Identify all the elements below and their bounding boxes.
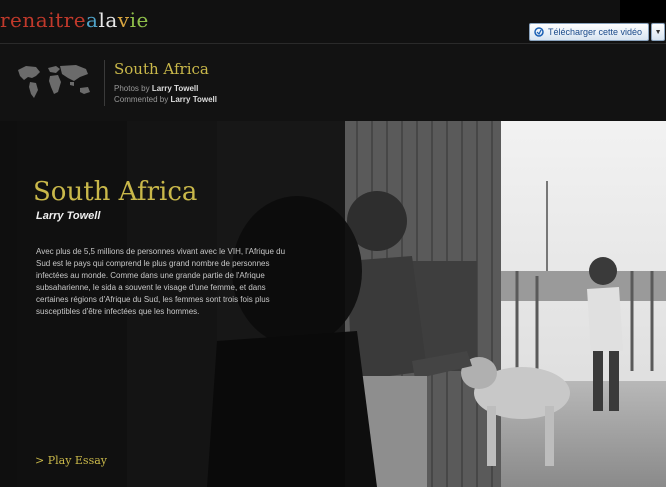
photos-credit-author: Larry Towell	[151, 84, 199, 93]
top-bar: renaitrealavie Télécharger cette vidéo ▼	[0, 0, 666, 44]
essay-header: South Africa Photos by Larry Towell Comm…	[0, 44, 666, 121]
essay-author: Larry Towell	[36, 210, 101, 222]
divider	[104, 60, 105, 106]
logo-part: a	[86, 8, 99, 32]
play-essay-link[interactable]: > Play Essay	[35, 454, 107, 468]
logo-part: renaitre	[0, 8, 87, 32]
site-logo[interactable]: renaitrealavie	[0, 8, 149, 32]
logo-part: v	[117, 8, 130, 32]
header-country-title: South Africa	[114, 60, 209, 78]
photos-credit: Photos by Larry Towell	[114, 84, 198, 94]
commented-credit-prefix: Commented by	[114, 95, 171, 104]
download-options-button[interactable]: ▼	[651, 23, 666, 41]
logo-part: ie	[129, 8, 149, 32]
photos-credit-prefix: Photos by	[114, 84, 152, 93]
download-label: Télécharger cette vidéo	[548, 27, 643, 37]
corner-panel	[620, 0, 666, 22]
download-video-button[interactable]: Télécharger cette vidéo	[529, 23, 650, 41]
logo-part: la	[98, 8, 118, 32]
commented-credit-author: Larry Towell	[170, 95, 217, 104]
download-widget: Télécharger cette vidéo ▼	[529, 23, 666, 41]
download-icon	[534, 27, 544, 37]
essay-title: South Africa	[33, 177, 198, 207]
commented-credit: Commented by Larry Towell	[114, 95, 217, 105]
essay-description: Avec plus de 5,5 millions de personnes v…	[36, 247, 286, 316]
world-map-icon	[18, 65, 90, 98]
chevron-down-icon: ▼	[654, 28, 662, 36]
